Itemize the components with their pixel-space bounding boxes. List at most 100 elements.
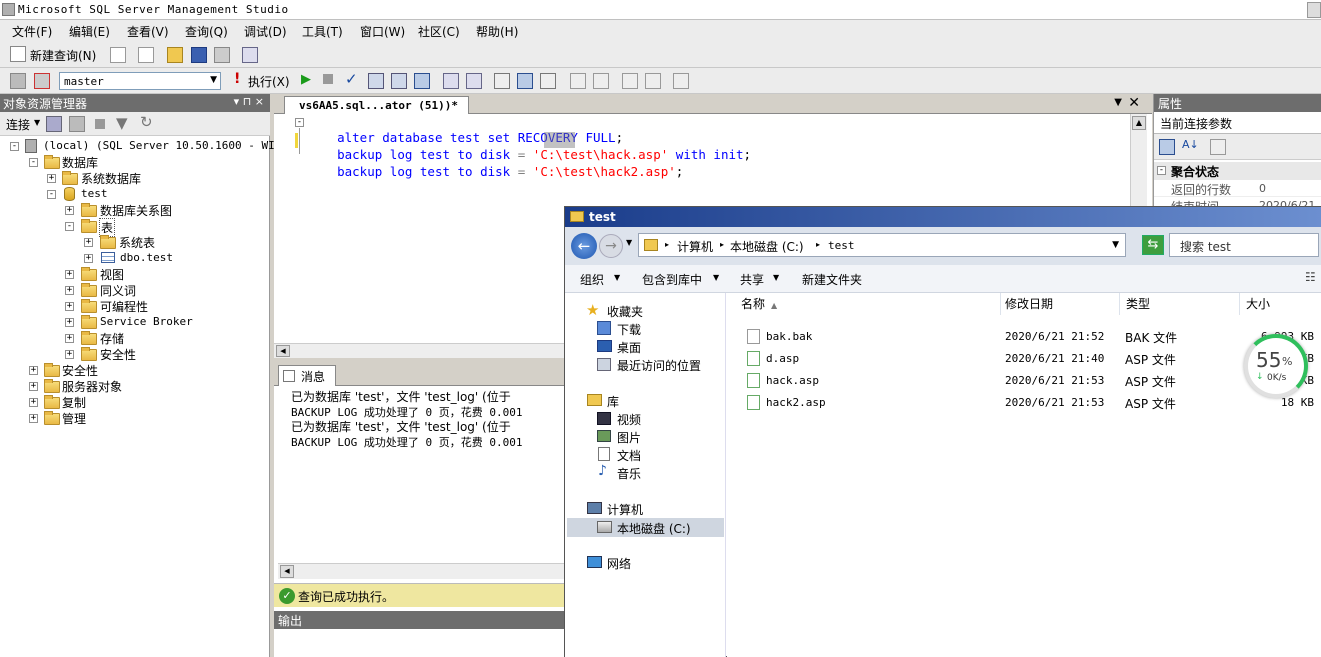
nav-videos[interactable]: 视频 [617,411,641,428]
view-options-icon[interactable]: ☷ [1305,270,1316,284]
expand-icon[interactable]: + [84,238,93,247]
expand-icon[interactable]: + [29,414,38,423]
back-arrow-icon[interactable]: ← [571,233,597,259]
messages-tab[interactable]: 消息 [278,365,336,386]
expand-icon[interactable]: + [65,286,74,295]
disconnect-icon[interactable] [34,73,50,89]
stop-icon[interactable] [323,74,333,84]
connect-button[interactable]: 连接 [6,116,30,133]
intellisense-icon[interactable] [391,73,407,89]
parse-check-icon[interactable]: ✓ [345,70,358,88]
increase-indent-icon[interactable] [645,73,661,89]
panel-controls-icon[interactable]: ▾ ⊓ × [234,95,264,108]
properties-object[interactable]: 当前连接参数 [1154,112,1321,134]
results-horizontal-scrollbar[interactable]: ◀ [278,563,564,579]
history-dropdown-icon[interactable]: ▼ [626,238,632,247]
file-row[interactable]: bak.bak 2020/6/21 21:52 BAK 文件 6,993 KB [727,327,1321,349]
decrease-indent-icon[interactable] [622,73,638,89]
network-speed-widget[interactable]: 55 % ↓ 0K/s [1244,334,1308,398]
nav-pictures[interactable]: 图片 [617,429,641,446]
file-row[interactable]: hack.asp 2020/6/21 21:53 ASP 文件 6 KB [727,371,1321,393]
chevron-down-icon[interactable]: ▼ [1112,240,1119,250]
expand-icon[interactable]: + [65,350,74,359]
database-select[interactable]: master ▼ [59,72,221,90]
breadcrumb[interactable]: ▸ 计算机 ▸ 本地磁盘 (C:) ▸ test ▼ [638,233,1126,257]
property-pages-icon[interactable] [1210,139,1226,155]
uncomment-icon[interactable] [593,73,609,89]
menu-help[interactable]: 帮助(H) [476,23,518,40]
close-icon[interactable]: ✕ [1128,95,1140,111]
search-input[interactable]: 搜索 test [1169,233,1319,257]
client-stats-icon[interactable] [466,73,482,89]
results-grid-icon[interactable] [517,73,533,89]
include-plan-icon[interactable] [443,73,459,89]
menu-window[interactable]: 窗口(W) [360,23,405,40]
scroll-up-arrow-icon[interactable]: ▲ [1132,116,1146,130]
window-controls[interactable] [1307,2,1321,18]
file-row[interactable]: d.asp 2020/6/21 21:40 ASP 文件 1 KB [727,349,1321,371]
execute-button[interactable]: 执行(X) [248,73,290,90]
nav-network[interactable]: 网络 [607,555,631,572]
expand-icon[interactable]: + [65,302,74,311]
menu-edit[interactable]: 编辑(E) [69,23,110,40]
share-button[interactable]: 共享 [740,271,764,288]
include-in-library-button[interactable]: 包含到库中 [642,271,702,288]
expand-icon[interactable]: + [65,270,74,279]
breadcrumb-item[interactable]: test [828,239,855,252]
collapse-icon[interactable]: - [47,190,56,199]
forward-arrow-icon[interactable]: → [599,234,623,258]
property-row[interactable]: 返回的行数 0 [1154,180,1321,197]
menu-tools[interactable]: 工具(T) [302,23,343,40]
activity-monitor-icon[interactable] [242,47,258,63]
breadcrumb-item[interactable]: 本地磁盘 (C:) [730,238,804,255]
disconnect-server-icon[interactable] [69,116,85,132]
print-icon[interactable] [214,47,230,63]
column-header-size[interactable]: 大小 [1240,293,1321,315]
organize-button[interactable]: 组织 [580,271,604,288]
editor-horizontal-scrollbar[interactable]: ◀ [274,343,564,358]
expand-icon[interactable]: + [65,334,74,343]
nav-libraries[interactable]: 库 [607,393,619,410]
sort-az-icon[interactable]: A↓ [1182,138,1199,151]
collapse-icon[interactable]: - [295,118,304,127]
filter-icon[interactable]: ▼ [116,114,128,132]
scroll-left-arrow-icon[interactable]: ◀ [280,565,294,578]
results-text-icon[interactable] [494,73,510,89]
menu-debug[interactable]: 调试(D) [244,23,287,40]
expand-icon[interactable]: + [29,366,38,375]
column-header-date[interactable]: 修改日期 [1001,293,1120,315]
copy-icon[interactable] [138,47,154,63]
file-row[interactable]: hack2.asp 2020/6/21 21:53 ASP 文件 18 KB [727,393,1321,415]
new-file-icon[interactable] [110,47,126,63]
expand-icon[interactable]: + [29,398,38,407]
expand-icon[interactable]: + [29,382,38,391]
nav-computer[interactable]: 计算机 [607,501,643,518]
column-header-name[interactable]: 名称 ▲ [727,293,1001,315]
editor-tab[interactable]: vs6AA5.sql...ator (51))* [284,96,469,114]
menu-view[interactable]: 查看(V) [127,23,169,40]
code-line-3[interactable]: backup log test to disk = 'C:\test\hack2… [307,149,683,194]
collapse-icon[interactable]: - [65,222,74,231]
scroll-left-arrow-icon[interactable]: ◀ [276,345,290,357]
collapse-icon[interactable]: - [29,158,38,167]
collapse-icon[interactable]: - [10,142,19,151]
menu-file[interactable]: 文件(F) [12,23,52,40]
connect-icon[interactable] [10,73,26,89]
save-icon[interactable] [191,47,207,63]
expand-icon[interactable]: + [65,318,74,327]
expand-icon[interactable]: + [65,206,74,215]
specify-values-icon[interactable] [673,73,689,89]
refresh-icon[interactable]: ⇆ [1142,235,1164,255]
nav-downloads[interactable]: 下载 [617,321,641,338]
nav-documents[interactable]: 文档 [617,447,641,464]
column-header-type[interactable]: 类型 [1120,293,1240,315]
nav-desktop[interactable]: 桌面 [617,339,641,356]
connect-server-icon[interactable] [46,116,62,132]
open-folder-icon[interactable] [167,47,183,63]
query-options-icon[interactable] [368,73,384,89]
new-query-button[interactable]: 新建查询(N) [30,47,96,64]
nav-favorites[interactable]: 收藏夹 [607,303,643,320]
property-category[interactable]: - 聚合状态 [1154,162,1321,180]
debug-play-icon[interactable]: ▶ [301,72,311,87]
stop-icon[interactable] [95,119,105,129]
